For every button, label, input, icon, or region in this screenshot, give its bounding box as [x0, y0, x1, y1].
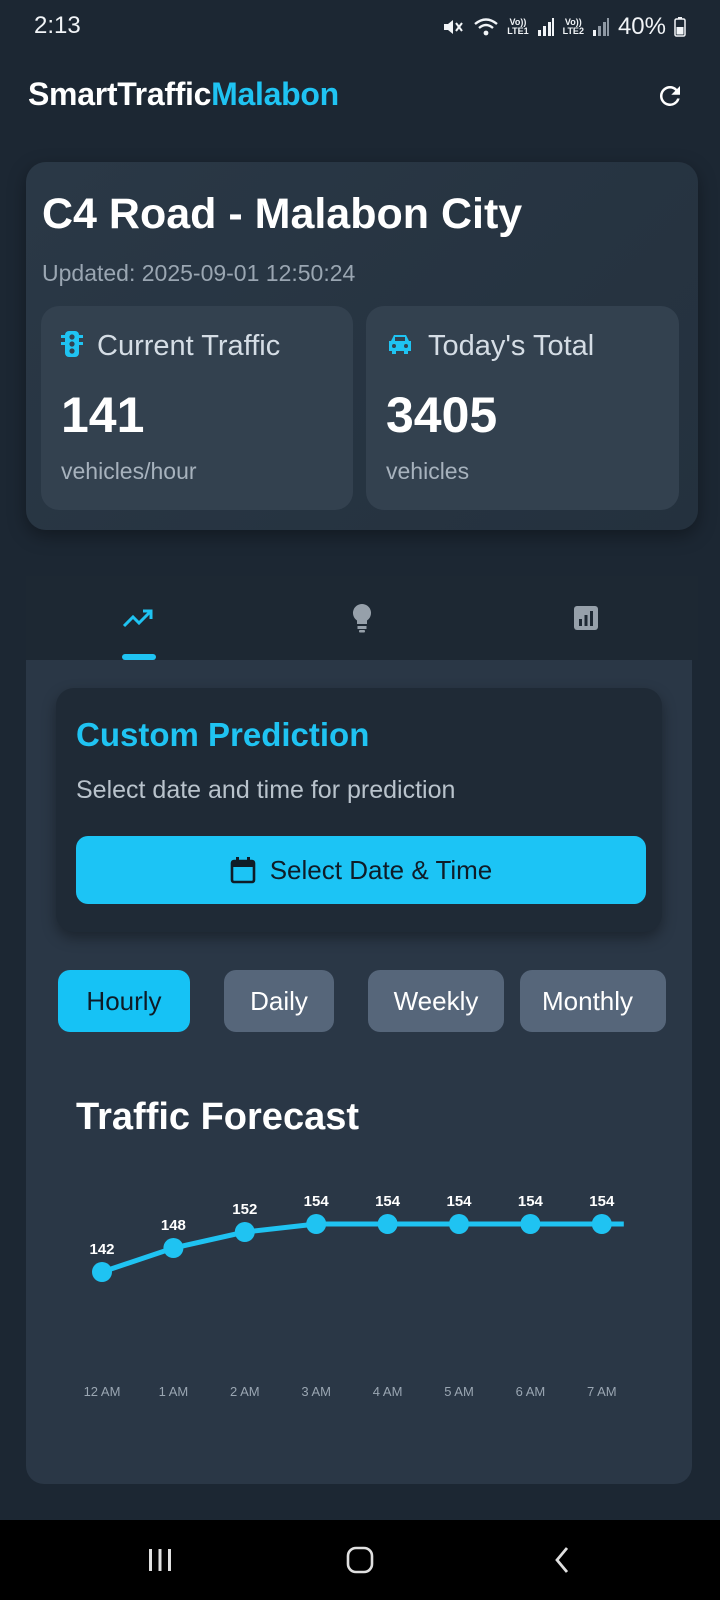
- data-label: 154: [589, 1193, 615, 1210]
- data-point[interactable]: [163, 1238, 184, 1258]
- current-traffic-value: 141: [61, 387, 145, 443]
- app-title-part2: Malabon: [211, 76, 339, 112]
- back-button[interactable]: [532, 1536, 592, 1584]
- navigation-bar: [0, 1520, 720, 1600]
- forecast-panel: Custom Prediction Select date and time f…: [26, 660, 692, 1484]
- x-tick-label: 2 AM: [230, 1384, 260, 1399]
- forecast-chart: 142 12 AM 148 1 AM 152 2 AM 154 3 AM 154 4 AM 154 5…: [84, 1193, 624, 1399]
- home-button[interactable]: [330, 1536, 390, 1584]
- x-tick-label: 7 AM: [587, 1384, 617, 1399]
- x-tick-label: 6 AM: [516, 1384, 546, 1399]
- todays-total-value: 3405: [386, 387, 498, 443]
- app-title: SmartTrafficMalabon: [28, 76, 339, 113]
- wifi-icon: [473, 16, 499, 38]
- data-point[interactable]: [377, 1214, 398, 1234]
- forecast-title: Traffic Forecast: [76, 1096, 359, 1138]
- todays-total-card: Today's Total 3405 vehicles: [366, 306, 679, 510]
- custom-prediction-card: Custom Prediction Select date and time f…: [56, 688, 662, 932]
- current-traffic-unit: vehicles/hour: [61, 458, 197, 484]
- calendar-icon: [230, 857, 256, 884]
- lightbulb-icon: [352, 603, 372, 633]
- battery-percent: 40%: [617, 13, 666, 40]
- back-icon: [555, 1547, 569, 1573]
- car-icon: [386, 332, 414, 361]
- trending-up-icon: [122, 609, 153, 628]
- tab-statistics[interactable]: [474, 576, 698, 660]
- x-tick-label: 1 AM: [159, 1384, 189, 1399]
- tab-insights[interactable]: [250, 576, 474, 660]
- data-label: 148: [161, 1217, 186, 1234]
- signal-icon-2: [592, 17, 610, 37]
- period-selector: Hourly Daily Weekly Monthly: [26, 970, 692, 1032]
- mute-icon: [441, 16, 465, 38]
- tab-bar: [26, 576, 698, 660]
- current-traffic-header: Current Traffic: [61, 330, 280, 363]
- status-time: 2:13: [34, 12, 81, 39]
- refresh-button[interactable]: [650, 76, 690, 116]
- custom-prediction-title: Custom Prediction: [76, 716, 370, 753]
- data-point[interactable]: [306, 1214, 327, 1234]
- todays-total-header: Today's Total: [386, 330, 594, 363]
- recent-apps-icon: [149, 1549, 171, 1571]
- status-bar: 2:13 Vo)) LTE1 Vo)) LTE2 40%: [0, 0, 720, 56]
- custom-prediction-subtitle: Select date and time for prediction: [76, 776, 456, 804]
- x-tick-label: 12 AM: [84, 1384, 121, 1399]
- location-title: C4 Road - Malabon City: [42, 190, 523, 238]
- todays-total-unit: vehicles: [386, 458, 470, 484]
- data-point[interactable]: [234, 1222, 255, 1242]
- volte-lte1-icon: Vo)) LTE1: [507, 17, 529, 36]
- select-date-time-button[interactable]: Select Date & Time: [76, 836, 646, 904]
- signal-icon-1: [537, 17, 555, 37]
- period-hourly[interactable]: Hourly: [58, 970, 190, 1032]
- app-bar: SmartTrafficMalabon: [0, 56, 720, 136]
- tab-forecast[interactable]: [26, 576, 250, 660]
- traffic-light-icon: [61, 330, 83, 363]
- data-label: 154: [375, 1193, 401, 1210]
- data-point[interactable]: [591, 1214, 612, 1234]
- data-label: 154: [446, 1193, 472, 1210]
- x-tick-label: 4 AM: [373, 1384, 403, 1399]
- data-label: 142: [89, 1241, 114, 1258]
- volte-lte2-icon: Vo)) LTE2: [562, 17, 584, 36]
- current-traffic-label: Current Traffic: [97, 330, 281, 362]
- location-card: C4 Road - Malabon City Updated: 2025-09-…: [26, 162, 698, 530]
- current-traffic-card: Current Traffic 141 vehicles/hour: [41, 306, 353, 510]
- period-monthly[interactable]: Monthly: [520, 970, 666, 1032]
- data-point[interactable]: [449, 1214, 469, 1234]
- data-label: 154: [304, 1193, 330, 1210]
- select-date-time-label: Select Date & Time: [269, 854, 493, 885]
- battery-icon: [674, 17, 686, 37]
- x-tick-label: 3 AM: [301, 1384, 331, 1399]
- x-tick-label: 5 AM: [444, 1384, 474, 1399]
- todays-total-label: Today's Total: [428, 330, 595, 362]
- app-screen: 2:13 Vo)) LTE1 Vo)) LTE2 40% SmartTraffi…: [0, 0, 720, 1600]
- status-icons: Vo)) LTE1 Vo)) LTE2 40%: [441, 12, 686, 42]
- recent-apps-button[interactable]: [130, 1536, 190, 1584]
- home-icon: [346, 1546, 374, 1574]
- period-weekly[interactable]: Weekly: [368, 970, 504, 1032]
- updated-timestamp: Updated: 2025-09-01 12:50:24: [42, 260, 356, 286]
- data-point[interactable]: [92, 1262, 112, 1282]
- data-label: 152: [232, 1201, 257, 1218]
- data-point[interactable]: [520, 1214, 541, 1234]
- refresh-icon: [659, 85, 680, 106]
- app-title-part1: SmartTraffic: [28, 76, 212, 112]
- bar-chart-icon: [574, 606, 598, 630]
- period-daily[interactable]: Daily: [224, 970, 334, 1032]
- data-label: 154: [518, 1193, 544, 1210]
